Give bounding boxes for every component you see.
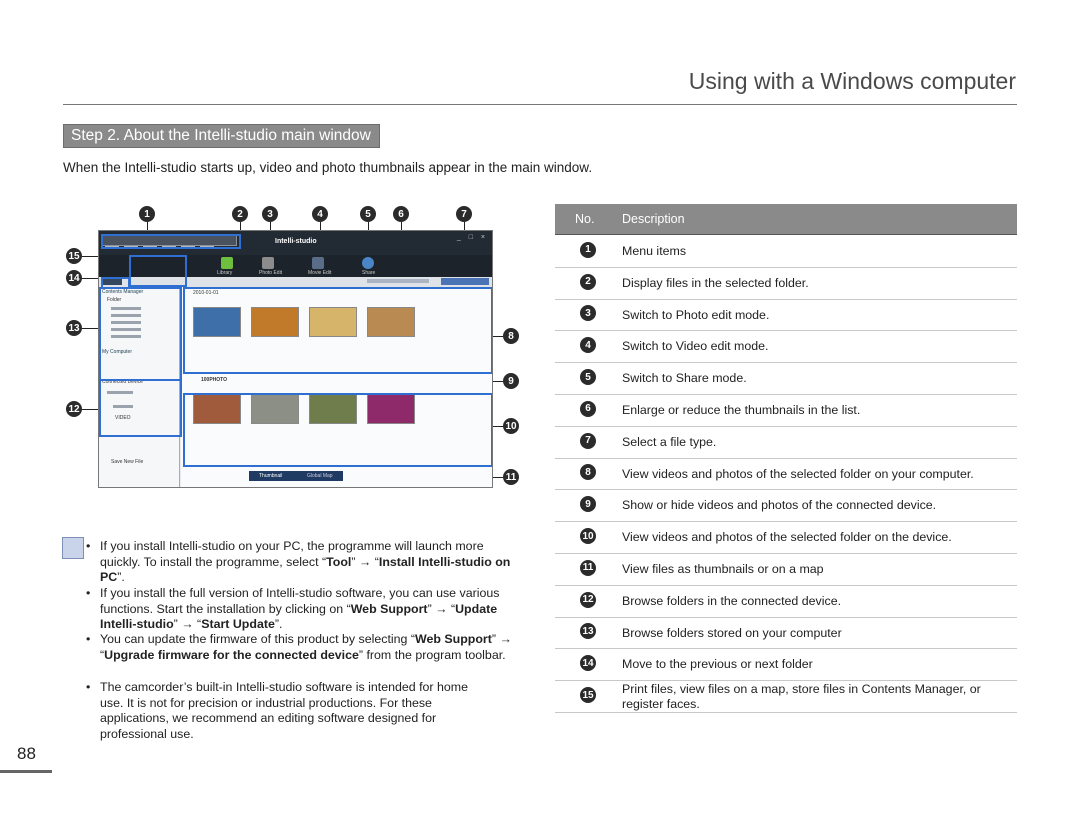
- highlight-device-folders: [99, 379, 182, 437]
- row-number-badge: 1: [580, 241, 596, 258]
- global-map-tab[interactable]: Global Map: [307, 473, 333, 479]
- thumbnail-tab[interactable]: Thumbnail: [259, 473, 282, 479]
- note-item: • If you install the full version of Inte…: [86, 586, 500, 631]
- row-description: Switch to Photo edit mode.: [622, 307, 770, 322]
- device-folder-label: 100PHOTO: [201, 377, 228, 383]
- row-number-badge: 14: [580, 655, 596, 672]
- row-number-badge: 5: [580, 369, 596, 386]
- header-no: No.: [575, 212, 595, 226]
- app-logo: Intelli-studio: [275, 238, 317, 245]
- row-number-badge: 7: [580, 432, 596, 449]
- row-description: Browse folders in the connected device.: [622, 593, 842, 608]
- row-number-badge: 4: [580, 337, 596, 354]
- row-number-badge: 3: [580, 305, 596, 322]
- row-description: View files as thumbnails or on a map: [622, 562, 824, 576]
- table-row: 10 View videos and photos of the selected…: [555, 521, 1017, 554]
- row-number-badge: 8: [580, 464, 596, 481]
- share-label: Share: [362, 270, 376, 276]
- page-number: 88: [17, 744, 36, 763]
- intelli-studio-screenshot: Intelli-studio _ □ × Library Photo Edit …: [98, 230, 493, 488]
- save-new-file-label[interactable]: Save New File: [111, 459, 143, 465]
- note-item: • You can update the firmware of this pro…: [86, 632, 512, 662]
- table-header: No. Description: [555, 204, 1017, 235]
- highlight-menu: [101, 234, 241, 249]
- callout-13: 13: [66, 320, 82, 336]
- highlight-my-computer: [99, 287, 182, 381]
- row-number-badge: 11: [580, 559, 596, 576]
- movie-edit-label: Movie Edit: [308, 270, 332, 276]
- table-row: 2 Display files in the selected folder.: [555, 267, 1017, 300]
- library-label: Library: [217, 270, 233, 276]
- movie-edit-icon[interactable]: [312, 257, 324, 269]
- note-item: • The camcorder’s built-in Intelli-studio…: [86, 680, 468, 741]
- row-number-badge: 13: [580, 623, 596, 640]
- row-description: Show or hide videos and photos of the co…: [622, 498, 937, 513]
- note-item: • If you install Intelli-studio on your P…: [86, 539, 511, 584]
- row-description: View videos and photos of the selected f…: [622, 530, 952, 545]
- row-description: Print files, view files on a map, store …: [622, 682, 981, 712]
- row-number-badge: 12: [580, 591, 596, 608]
- row-description: Switch to Video edit mode.: [622, 339, 769, 354]
- header-divider: [63, 104, 1017, 105]
- callout-14: 14: [66, 270, 82, 286]
- row-number-badge: 10: [580, 528, 596, 545]
- callout-5: 5: [360, 206, 376, 222]
- page-number-rule: [0, 770, 52, 773]
- page-header-title: Using with a Windows computer: [688, 68, 1016, 94]
- thumbnail-size-slider[interactable]: [367, 279, 429, 283]
- table-row: 6 Enlarge or reduce the thumbnails in the…: [555, 394, 1017, 427]
- callout-12: 12: [66, 401, 82, 417]
- row-description: Browse folders stored on your computer: [622, 625, 842, 640]
- view-mode-tabs: Thumbnail Global Map: [249, 471, 343, 481]
- header-description: Description: [622, 212, 685, 226]
- file-type-buttons[interactable]: [441, 278, 489, 285]
- row-description: Select a file type.: [622, 434, 717, 449]
- row-description: Display files in the selected folder.: [622, 275, 809, 290]
- row-number-badge: 2: [580, 273, 596, 290]
- callout-6: 6: [393, 206, 409, 222]
- highlight-device-thumbnails: [183, 393, 492, 467]
- row-number-badge: 15: [580, 687, 596, 704]
- callout-9: 9: [503, 373, 519, 389]
- callout-8: 8: [503, 328, 519, 344]
- table-row: 5 Switch to Share mode.: [555, 362, 1017, 395]
- table-row: 11 View files as thumbnails or on a map: [555, 553, 1017, 586]
- row-number-badge: 6: [580, 400, 596, 417]
- highlight-tools: [129, 255, 187, 287]
- row-description: View videos and photos of the selected f…: [622, 466, 974, 481]
- callout-2: 2: [232, 206, 248, 222]
- callout-7: 7: [456, 206, 472, 222]
- callout-4: 4: [312, 206, 328, 222]
- table-row: 12 Browse folders in the connected device…: [555, 585, 1017, 618]
- table-row: 3 Switch to Photo edit mode.: [555, 299, 1017, 332]
- callout-10: 10: [503, 418, 519, 434]
- window-controls[interactable]: _ □ ×: [457, 234, 488, 241]
- table-row: 9 Show or hide videos and photos of the c…: [555, 489, 1017, 523]
- table-row: 15 Print files, view files on a map, stor…: [555, 680, 1017, 713]
- table-row: 8 View videos and photos of the selected …: [555, 458, 1017, 491]
- row-description: Enlarge or reduce the thumbnails in the …: [622, 403, 861, 417]
- row-description: Switch to Share mode.: [622, 371, 747, 386]
- library-icon[interactable]: [221, 257, 233, 269]
- share-icon[interactable]: [362, 257, 374, 269]
- table-row: 7 Select a file type.: [555, 426, 1017, 459]
- table-row: 14 Move to the previous or next folder: [555, 648, 1017, 682]
- callout-11: 11: [503, 469, 519, 485]
- intro-paragraph: When the Intelli-studio starts up, video…: [63, 160, 593, 175]
- row-number-badge: 9: [580, 496, 596, 513]
- table-row: 13 Browse folders stored on your computer: [555, 617, 1017, 650]
- table-row: 1 Menu items: [555, 235, 1017, 268]
- callout-1: 1: [139, 206, 155, 222]
- photo-edit-icon[interactable]: [262, 257, 274, 269]
- table-row: 4 Switch to Video edit mode.: [555, 330, 1017, 364]
- photo-edit-label: Photo Edit: [259, 270, 283, 276]
- step-heading: Step 2. About the Intelli-studio main wi…: [63, 124, 380, 148]
- row-description: Move to the previous or next folder: [622, 657, 813, 672]
- callout-15: 15: [66, 248, 82, 264]
- row-description: Menu items: [622, 244, 687, 258]
- note-icon: [62, 537, 84, 559]
- highlight-computer-thumbnails: [183, 287, 492, 374]
- callout-3: 3: [262, 206, 278, 222]
